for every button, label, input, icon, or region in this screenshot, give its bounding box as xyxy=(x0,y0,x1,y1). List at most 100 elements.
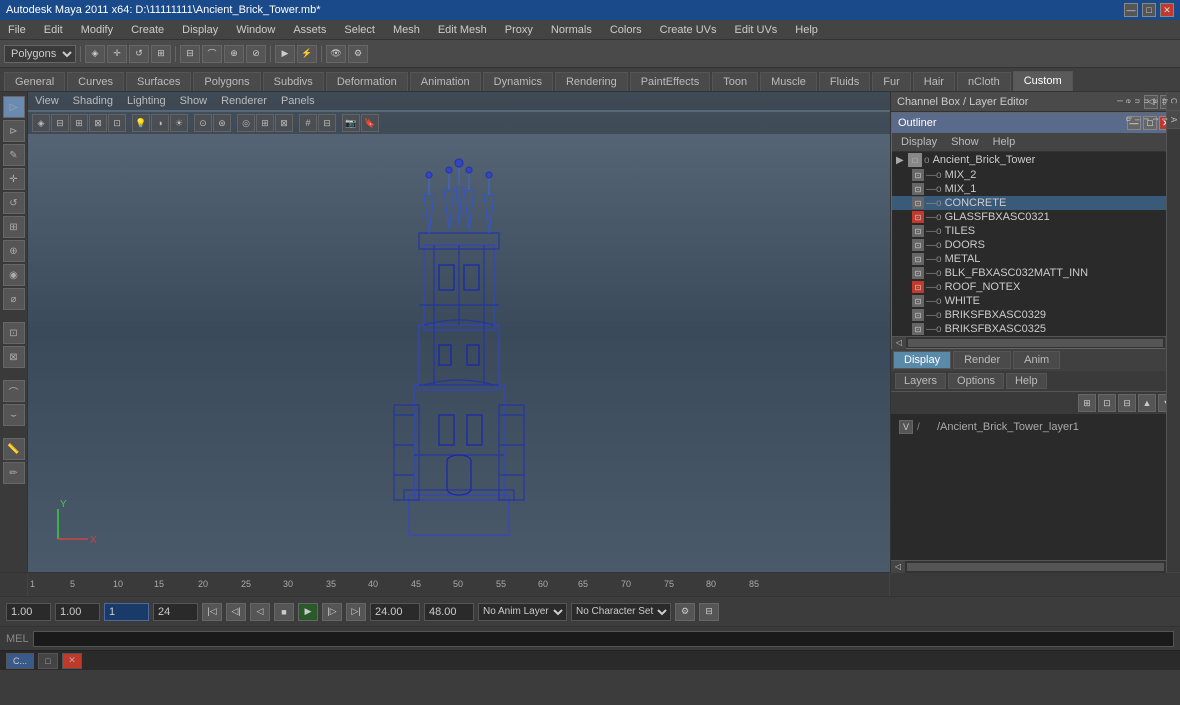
vp-shadow-btn[interactable]: ◑ xyxy=(151,114,169,132)
cb-tab-display[interactable]: Display xyxy=(893,351,951,369)
menu-modify[interactable]: Modify xyxy=(77,23,117,37)
outliner-menu-help[interactable]: Help xyxy=(990,135,1019,149)
tab-general[interactable]: General xyxy=(4,72,65,91)
close-button[interactable]: ✕ xyxy=(1160,3,1174,17)
layer-scroll-track[interactable] xyxy=(907,563,1164,571)
anim-play-back-btn[interactable]: ◁ xyxy=(250,603,270,621)
vp-hud-btn[interactable]: ⊟ xyxy=(318,114,336,132)
outliner-item-doors[interactable]: ⊡ —o DOORS xyxy=(892,238,1179,252)
outliner-item-white[interactable]: ⊡ —o WHITE xyxy=(892,294,1179,308)
scale-tool-btn[interactable]: ⊞ xyxy=(151,45,171,63)
menu-display[interactable]: Display xyxy=(178,23,222,37)
cb-tab-anim[interactable]: Anim xyxy=(1013,351,1060,369)
menu-edit-mesh[interactable]: Edit Mesh xyxy=(434,23,491,37)
outliner-item-mix1[interactable]: ⊡ —o MIX_1 xyxy=(892,182,1179,196)
snap-grid-btn[interactable]: ⊟ xyxy=(180,45,200,63)
anim-stop-btn[interactable]: ■ xyxy=(274,603,294,621)
tab-muscle[interactable]: Muscle xyxy=(760,72,817,91)
attribute-editor-tab[interactable]: Attrib xyxy=(1167,111,1180,129)
vp-light-btn[interactable]: 💡 xyxy=(132,114,150,132)
layer-up-btn[interactable]: ▲ xyxy=(1138,394,1156,412)
anim-start-frame[interactable]: 1.00 xyxy=(55,603,100,621)
rotate-btn[interactable]: ↺ xyxy=(3,192,25,214)
vp-frame-sel-btn[interactable]: ⊠ xyxy=(275,114,293,132)
vp-menu-shading[interactable]: Shading xyxy=(70,94,116,108)
anim-end-display[interactable]: 24 xyxy=(153,603,198,621)
timeline-ruler[interactable]: 1 5 10 15 20 25 30 35 40 45 50 55 60 65 … xyxy=(28,573,890,596)
menu-file[interactable]: File xyxy=(4,23,30,37)
universal-manip-btn[interactable]: ⊕ xyxy=(3,240,25,262)
outliner-item-briks325[interactable]: ⊡ —o BRIKSFBXASC0325 xyxy=(892,322,1179,336)
anim-range-start[interactable]: 24.00 xyxy=(370,603,420,621)
show-hide-btn[interactable]: 👁 xyxy=(326,45,346,63)
tab-subdivs[interactable]: Subdivs xyxy=(263,72,324,91)
cb-tab-render[interactable]: Render xyxy=(953,351,1011,369)
vp-smooth-btn[interactable]: ⊞ xyxy=(70,114,88,132)
menu-select[interactable]: Select xyxy=(340,23,379,37)
outliner-item-concrete[interactable]: ⊡ —o CONCRETE xyxy=(892,196,1179,210)
vp-texture-btn[interactable]: ⊡ xyxy=(108,114,126,132)
menu-assets[interactable]: Assets xyxy=(289,23,330,37)
vp-menu-view[interactable]: View xyxy=(32,94,62,108)
outliner-item-mix2[interactable]: ⊡ —o MIX_2 xyxy=(892,168,1179,182)
snap-point-btn[interactable]: ⊕ xyxy=(224,45,244,63)
tab-ncloth[interactable]: nCloth xyxy=(957,72,1011,91)
vp-camera-btn[interactable]: 📷 xyxy=(342,114,360,132)
lasso-btn[interactable]: ⊳ xyxy=(3,120,25,142)
outliner-item-roof[interactable]: ⊡ —o ROOF_NOTEX xyxy=(892,280,1179,294)
vp-isolate-btn[interactable]: ◎ xyxy=(237,114,255,132)
select-mode-btn[interactable]: ▷ xyxy=(3,96,25,118)
outliner-menu-display[interactable]: Display xyxy=(898,135,940,149)
soft-mod-btn[interactable]: ◉ xyxy=(3,264,25,286)
anim-range-end[interactable]: 48.00 xyxy=(424,603,474,621)
vp-menu-show[interactable]: Show xyxy=(177,94,211,108)
layer-scrollbar[interactable]: ◁ ▷ xyxy=(891,560,1180,572)
show-last-btn[interactable]: ⊠ xyxy=(3,346,25,368)
vp-wireframe-btn[interactable]: ⊟ xyxy=(51,114,69,132)
layer-new-btn[interactable]: ⊞ xyxy=(1078,394,1096,412)
select-tool-btn[interactable]: ◈ xyxy=(85,45,105,63)
viewport[interactable]: View Shading Lighting Show Renderer Pane… xyxy=(28,92,890,572)
status-close-btn[interactable]: ✕ xyxy=(62,653,82,669)
curve-tool-btn[interactable]: ⌒ xyxy=(3,380,25,402)
settings-btn[interactable]: ⚙ xyxy=(348,45,368,63)
vp-xray-btn[interactable]: ⊙ xyxy=(194,114,212,132)
vp-menu-panels[interactable]: Panels xyxy=(278,94,318,108)
vp-flat-btn[interactable]: ⊠ xyxy=(89,114,107,132)
char-set-select[interactable]: No Character Set xyxy=(571,603,671,621)
tab-polygons[interactable]: Polygons xyxy=(193,72,260,91)
tab-custom[interactable]: Custom xyxy=(1013,71,1073,91)
menu-proxy[interactable]: Proxy xyxy=(501,23,537,37)
paint-select-btn[interactable]: ✎ xyxy=(3,144,25,166)
layer-delete-btn[interactable]: ⊟ xyxy=(1118,394,1136,412)
layer-item-1[interactable]: V / /Ancient_Brick_Tower_layer1 xyxy=(895,418,1176,436)
snap-curve-btn[interactable]: ⌒ xyxy=(202,45,222,63)
outliner-content[interactable]: ▶ □ o Ancient_Brick_Tower ⊡ —o MIX_2 ⊡ —… xyxy=(892,152,1179,336)
outliner-menu-show[interactable]: Show xyxy=(948,135,982,149)
outliner-item-blk[interactable]: ⊡ —o BLK_FBXASC032MATT_INN xyxy=(892,266,1179,280)
maximize-button[interactable]: □ xyxy=(1142,3,1156,17)
vp-menu-lighting[interactable]: Lighting xyxy=(124,94,169,108)
outliner-scroll-left[interactable]: ◁ xyxy=(892,337,906,349)
mel-input[interactable] xyxy=(33,631,1174,647)
outliner-item-glass[interactable]: ⊡ —o GLASSFBXASC0321 xyxy=(892,210,1179,224)
ep-curve-btn[interactable]: ⌣ xyxy=(3,404,25,426)
menu-mesh[interactable]: Mesh xyxy=(389,23,424,37)
anim-go-start-btn[interactable]: |◁ xyxy=(202,603,222,621)
vp-frame-all-btn[interactable]: ⊞ xyxy=(256,114,274,132)
menu-edit[interactable]: Edit xyxy=(40,23,67,37)
anim-settings-btn[interactable]: ⚙ xyxy=(675,603,695,621)
annotate-btn[interactable]: ✏ xyxy=(3,462,25,484)
channel-box-tab[interactable]: Channel xyxy=(1167,92,1180,111)
menu-edit-uvs[interactable]: Edit UVs xyxy=(731,23,782,37)
menu-colors[interactable]: Colors xyxy=(606,23,646,37)
anim-step-fwd-btn[interactable]: |▷ xyxy=(322,603,342,621)
vp-joints-btn[interactable]: ⊛ xyxy=(213,114,231,132)
render-btn[interactable]: ▶ xyxy=(275,45,295,63)
menu-create-uvs[interactable]: Create UVs xyxy=(656,23,721,37)
menu-normals[interactable]: Normals xyxy=(547,23,596,37)
cb-subtab-help[interactable]: Help xyxy=(1006,373,1047,389)
menu-window[interactable]: Window xyxy=(232,23,279,37)
tab-painteffects[interactable]: PaintEffects xyxy=(630,72,711,91)
menu-help[interactable]: Help xyxy=(791,23,822,37)
